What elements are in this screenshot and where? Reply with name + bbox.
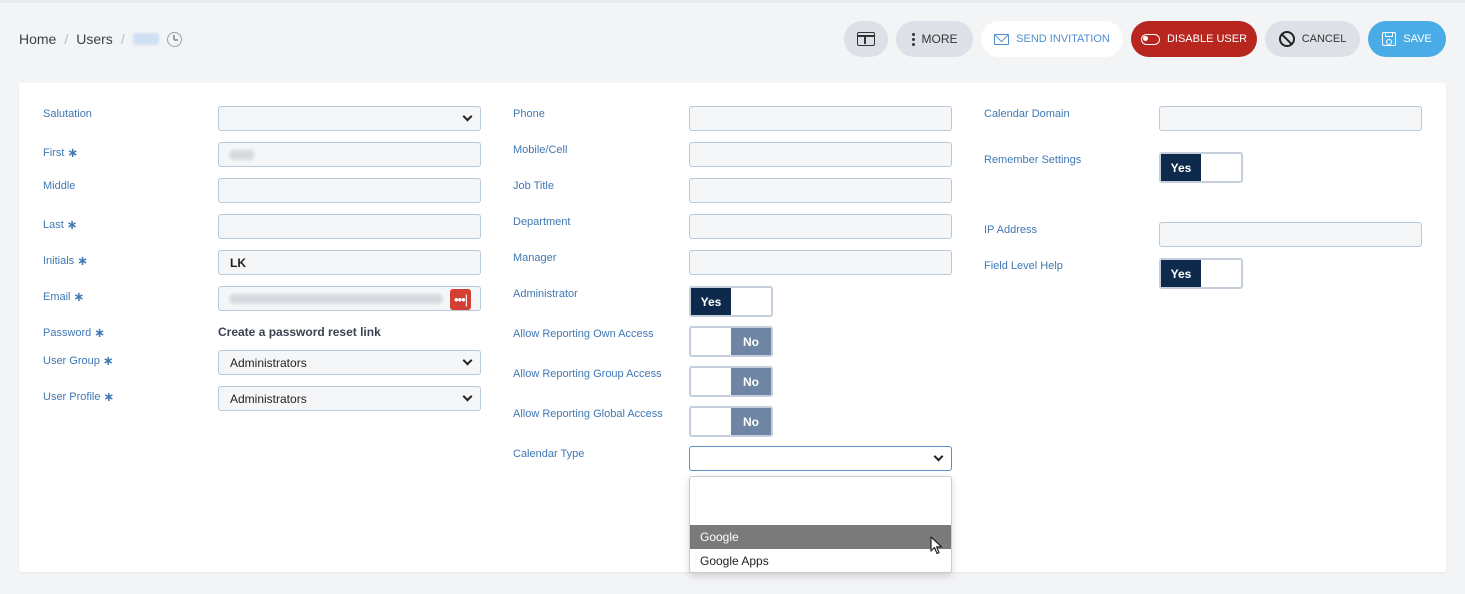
user-group-label: User Group ∗ [43,353,114,368]
job-title-field[interactable] [689,178,952,203]
calendar-domain-field[interactable] [1159,106,1422,131]
user-profile-value: Administrators [230,391,307,406]
reporting-global-label: Allow Reporting Global Access [513,408,663,420]
last-name-field[interactable] [218,214,481,239]
remember-settings-label: Remember Settings [984,154,1082,166]
toggle-panel-button[interactable] [844,21,888,57]
user-group-value: Administrators [230,355,307,370]
manager-label: Manager [513,252,557,264]
first-name-label: First ∗ [43,145,79,160]
more-label: MORE [921,32,958,46]
administrator-toggle-value: Yes [691,288,731,315]
mouse-cursor-icon [930,536,943,555]
breadcrumb-home[interactable]: Home [19,31,56,47]
reporting-global-toggle-value: No [731,408,771,435]
calendar-domain-label: Calendar Domain [984,108,1070,120]
field-level-help-toggle[interactable]: Yes [1159,258,1243,289]
reporting-own-toggle[interactable]: No [689,326,773,357]
initials-label: Initials ∗ [43,253,89,268]
floppy-disk-icon [1382,32,1397,46]
mail-icon [994,33,1010,45]
administrator-label: Administrator [513,288,578,300]
manager-field[interactable] [689,250,952,275]
mobile-field[interactable] [689,142,952,167]
ip-address-label: IP Address [984,224,1037,236]
salutation-select[interactable] [218,106,481,131]
mobile-label: Mobile/Cell [513,144,568,156]
reporting-own-label: Allow Reporting Own Access [513,328,654,340]
cancel-label: CANCEL [1301,33,1347,45]
breadcrumb-separator: / [120,31,125,47]
reporting-group-toggle-value: No [731,368,771,395]
save-button[interactable]: SAVE [1368,21,1446,57]
disable-user-button[interactable]: DISABLE USER [1131,21,1257,57]
calendar-option-empty[interactable] [690,477,951,525]
reporting-own-toggle-value: No [731,328,771,355]
field-level-help-toggle-value: Yes [1161,260,1201,287]
chevron-down-icon [462,355,473,366]
administrator-toggle[interactable]: Yes [689,286,773,317]
remember-settings-toggle-value: Yes [1161,154,1201,181]
salutation-label: Salutation [43,108,92,120]
password-reset-link[interactable]: Create a password reset link [218,325,381,339]
middle-name-field[interactable] [218,178,481,203]
calendar-option-google[interactable]: Google [690,525,951,549]
top-border [0,0,1465,3]
phone-field[interactable] [689,106,952,131]
breadcrumb-current-user [132,33,159,45]
ip-address-field[interactable] [1159,222,1422,247]
breadcrumb-separator: / [64,31,69,47]
chevron-down-icon [933,451,944,462]
history-clock-icon[interactable] [166,31,182,47]
reporting-group-label: Allow Reporting Group Access [513,368,662,380]
user-profile-select[interactable]: Administrators [218,386,481,411]
phone-label: Phone [513,108,545,120]
ban-icon [1278,31,1295,47]
initials-field[interactable]: LK [218,250,481,275]
job-title-label: Job Title [513,180,554,192]
user-profile-label: User Profile ∗ [43,389,115,404]
password-manager-icon[interactable]: •••| [450,289,471,310]
remember-settings-toggle[interactable]: Yes [1159,152,1243,183]
chevron-down-icon [462,391,473,402]
cancel-button[interactable]: CANCEL [1265,21,1360,57]
breadcrumb: Home / Users / [19,31,182,47]
chevron-down-icon [462,111,473,122]
panel-icon [857,32,875,46]
reporting-global-toggle[interactable]: No [689,406,773,437]
email-label: Email ∗ [43,289,85,304]
middle-name-label: Middle [43,180,76,192]
first-name-value-redacted [230,149,254,160]
email-value-redacted [230,293,442,304]
calendar-type-label: Calendar Type [513,448,585,460]
first-name-field[interactable] [218,142,481,167]
vertical-dots-icon [911,32,915,46]
disable-user-label: DISABLE USER [1166,33,1248,45]
send-invitation-label: SEND INVITATION [1016,33,1110,45]
field-level-help-label: Field Level Help [984,260,1063,272]
password-label: Password ∗ [43,325,106,340]
calendar-type-select[interactable] [689,446,952,471]
last-name-label: Last ∗ [43,217,78,232]
more-button[interactable]: MORE [896,21,973,57]
send-invitation-button[interactable]: SEND INVITATION [981,21,1123,57]
calendar-option-google-apps[interactable]: Google Apps [690,549,951,572]
calendar-type-dropdown: Google Google Apps [689,476,952,573]
email-field[interactable]: •••| [218,286,481,311]
breadcrumb-users[interactable]: Users [76,31,113,47]
department-field[interactable] [689,214,952,239]
toggle-icon [1140,33,1160,45]
user-group-select[interactable]: Administrators [218,350,481,375]
department-label: Department [513,216,571,228]
reporting-group-toggle[interactable]: No [689,366,773,397]
save-label: SAVE [1403,33,1432,45]
